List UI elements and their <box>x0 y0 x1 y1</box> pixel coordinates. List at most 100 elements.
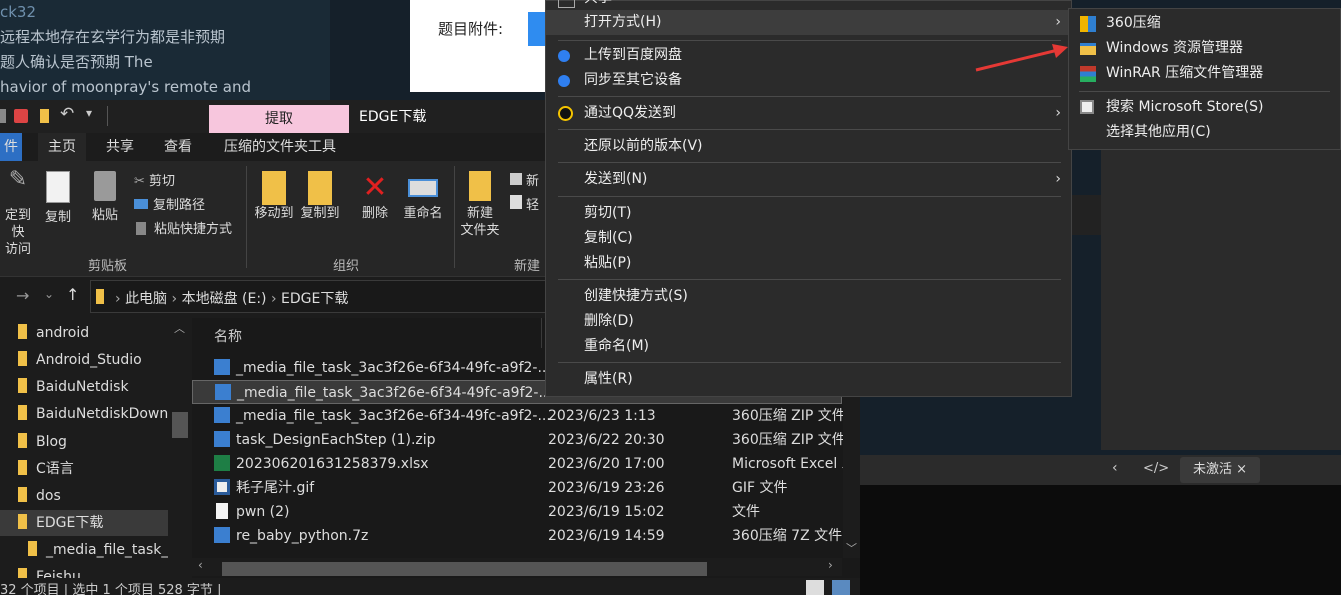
delete-x-icon: ✕ <box>362 170 388 205</box>
hscroll-thumb[interactable] <box>222 562 707 576</box>
nav-item-baidunetdisk[interactable]: BaiduNetdisk <box>0 374 168 400</box>
new-folder-quick-icon[interactable] <box>40 109 49 123</box>
menu-item-properties[interactable]: 属性(R) <box>546 367 1071 392</box>
copy-button[interactable]: 复制 <box>40 171 76 226</box>
nav-item-android[interactable]: android <box>0 320 168 346</box>
file-name: _media_file_task_3ac3f26e-6f34-49fc-a9f2… <box>236 408 551 424</box>
scroll-right-icon[interactable]: › <box>828 558 833 572</box>
nav-item-label: EDGE下载 <box>36 515 104 531</box>
paste-icon <box>94 171 116 201</box>
pin-icon[interactable] <box>0 109 6 123</box>
breadcrumb: › 此电脑 › 本地磁盘 (E:) › EDGE下载 <box>115 288 348 308</box>
file-name: task_DesignEachStep (1).zip <box>236 432 436 448</box>
new-folder-button[interactable]: 新建 文件夹 <box>458 171 502 239</box>
ribbon-separator <box>454 166 455 268</box>
scroll-up-icon[interactable]: ︿ <box>174 320 185 336</box>
nav-item-dos[interactable]: dos <box>0 483 168 509</box>
menu-item-label: 重命名(M) <box>584 338 650 354</box>
large-icons-view-icon[interactable] <box>832 580 850 595</box>
menu-item-send-via-qq[interactable]: 通过QQ发送到 › <box>546 101 1071 126</box>
submenu-item-ms-store[interactable]: 搜索 Microsoft Store(S) <box>1069 95 1340 120</box>
menu-item-send-to[interactable]: 发送到(N) › <box>546 167 1071 192</box>
nav-item-edge-downloads[interactable]: EDGE下载 <box>0 510 168 536</box>
easy-access-button[interactable]: 轻 <box>510 194 539 213</box>
tab-share[interactable]: 共享 <box>96 133 144 161</box>
menu-item-create-shortcut[interactable]: 创建快捷方式(S) <box>546 284 1071 309</box>
breadcrumb-this-pc[interactable]: 此电脑 <box>125 291 167 307</box>
cut-button[interactable]: ✂ 剪切 <box>134 170 175 189</box>
file-row[interactable]: 202306201631258379.xlsx 2023/6/20 17:00 … <box>192 452 856 476</box>
file-name: re_baby_python.7z <box>236 528 369 544</box>
menu-item-cut[interactable]: 剪切(T) <box>546 201 1071 226</box>
properties-icon[interactable] <box>14 109 28 123</box>
menu-item-delete[interactable]: 删除(D) <box>546 309 1071 334</box>
chevron-left-icon[interactable]: ‹ <box>1112 460 1118 476</box>
inactive-badge[interactable]: 未激活 × <box>1180 457 1260 483</box>
menu-item-open-with[interactable]: 打开方式(H) › <box>546 10 1071 35</box>
status-text: 32 个项目 | 选中 1 个项目 528 字节 | <box>0 583 222 595</box>
delete-button[interactable]: ✕ 删除 <box>356 171 394 222</box>
menu-item-label: 属性(R) <box>584 371 633 387</box>
pin-to-quick-access-button[interactable]: ✎ 定到快 访问 <box>0 169 36 258</box>
nav-scrollbar[interactable]: ︿ <box>170 318 190 568</box>
file-type: 360压缩 7Z 文件 <box>732 528 843 544</box>
undo-icon[interactable]: ↶ <box>60 104 74 124</box>
nav-item-c-language[interactable]: C语言 <box>0 456 168 482</box>
menu-item-copy[interactable]: 复制(C) <box>546 226 1071 251</box>
recent-locations-icon[interactable]: ⌄ <box>44 287 54 301</box>
copy-icon <box>46 171 70 203</box>
menu-item-rename[interactable]: 重命名(M) <box>546 334 1071 359</box>
paste-shortcut-icon <box>136 222 146 235</box>
copy-path-button[interactable]: 复制路径 <box>134 194 205 213</box>
breadcrumb-edge-downloads[interactable]: EDGE下载 <box>281 291 348 307</box>
file-date: 2023/6/19 14:59 <box>548 528 665 544</box>
submenu-item-windows-explorer[interactable]: Windows 资源管理器 <box>1069 36 1340 61</box>
tab-extract[interactable]: 提取 <box>209 105 349 133</box>
file-row[interactable]: re_baby_python.7z 2023/6/19 14:59 360压缩 … <box>192 524 842 548</box>
submenu-item-choose-other-app[interactable]: 选择其他应用(C) <box>1069 120 1340 145</box>
copy-to-button[interactable]: 复制到 <box>298 171 342 222</box>
forward-arrow-icon[interactable]: → <box>16 286 29 305</box>
column-divider[interactable] <box>541 318 542 348</box>
scroll-down-icon[interactable]: ﹀ <box>846 540 857 556</box>
new-item-button[interactable]: 新 <box>510 170 539 189</box>
nav-item-blog[interactable]: Blog <box>0 429 168 455</box>
nav-item-baidunetdisk-download[interactable]: BaiduNetdiskDownlo <box>0 401 168 427</box>
file-row[interactable]: pwn (2) 2023/6/19 15:02 文件 <box>192 500 842 524</box>
upload-button[interactable] <box>528 12 546 46</box>
zip-file-icon <box>214 359 230 375</box>
column-header-name[interactable]: 名称 <box>214 326 242 346</box>
zip-file-icon <box>214 431 230 447</box>
menu-item-restore-versions[interactable]: 还原以前的版本(V) <box>546 134 1071 159</box>
nav-item-media-file-task[interactable]: _media_file_task_3a <box>0 537 168 563</box>
nav-item-label: Blog <box>36 434 67 450</box>
paste-shortcut-button[interactable]: 粘贴快捷方式 <box>134 218 232 237</box>
customize-toolbar-icon[interactable]: ▾ <box>86 106 92 120</box>
file-row[interactable]: task_DesignEachStep (1).zip 2023/6/22 20… <box>192 428 846 452</box>
move-to-button[interactable]: 移动到 <box>252 171 296 222</box>
submenu-item-360zip[interactable]: 360压缩 <box>1069 11 1340 36</box>
file-date: 2023/6/22 20:30 <box>548 432 665 448</box>
background-editor-bar: ‹ </> <box>860 455 1341 485</box>
tab-file[interactable]: 件 <box>0 133 22 161</box>
attachment-dialog: 题目附件: <box>410 0 546 92</box>
file-row[interactable]: 耗子尾汁.gif 2023/6/19 23:26 GIF 文件 <box>192 476 842 500</box>
tab-home[interactable]: 主页 <box>38 133 86 161</box>
rename-button[interactable]: 重命名 <box>400 171 446 222</box>
menu-item-paste[interactable]: 粘贴(P) <box>546 251 1071 276</box>
bg-line: 远程本地存在玄学行为都是非预期 <box>0 28 226 46</box>
code-icon[interactable]: </> <box>1143 461 1169 476</box>
file-row[interactable]: _media_file_task_3ac3f26e-6f34-49fc-a9f2… <box>192 404 846 428</box>
paste-button[interactable]: 粘贴 <box>86 171 124 224</box>
up-arrow-icon[interactable]: ↑ <box>66 285 79 304</box>
tab-compressed-tools[interactable]: 压缩的文件夹工具 <box>214 133 346 161</box>
zip-file-icon <box>215 384 231 400</box>
nav-item-android-studio[interactable]: Android_Studio <box>0 347 168 373</box>
breadcrumb-local-disk[interactable]: 本地磁盘 (E:) <box>182 291 267 307</box>
breadcrumb-separator: › <box>171 291 182 307</box>
nav-scroll-thumb[interactable] <box>172 412 188 438</box>
details-view-icon[interactable] <box>806 580 824 595</box>
tab-view[interactable]: 查看 <box>154 133 202 161</box>
submenu-item-winrar[interactable]: WinRAR 压缩文件管理器 <box>1069 61 1340 86</box>
scroll-left-icon[interactable]: ‹ <box>198 558 203 572</box>
